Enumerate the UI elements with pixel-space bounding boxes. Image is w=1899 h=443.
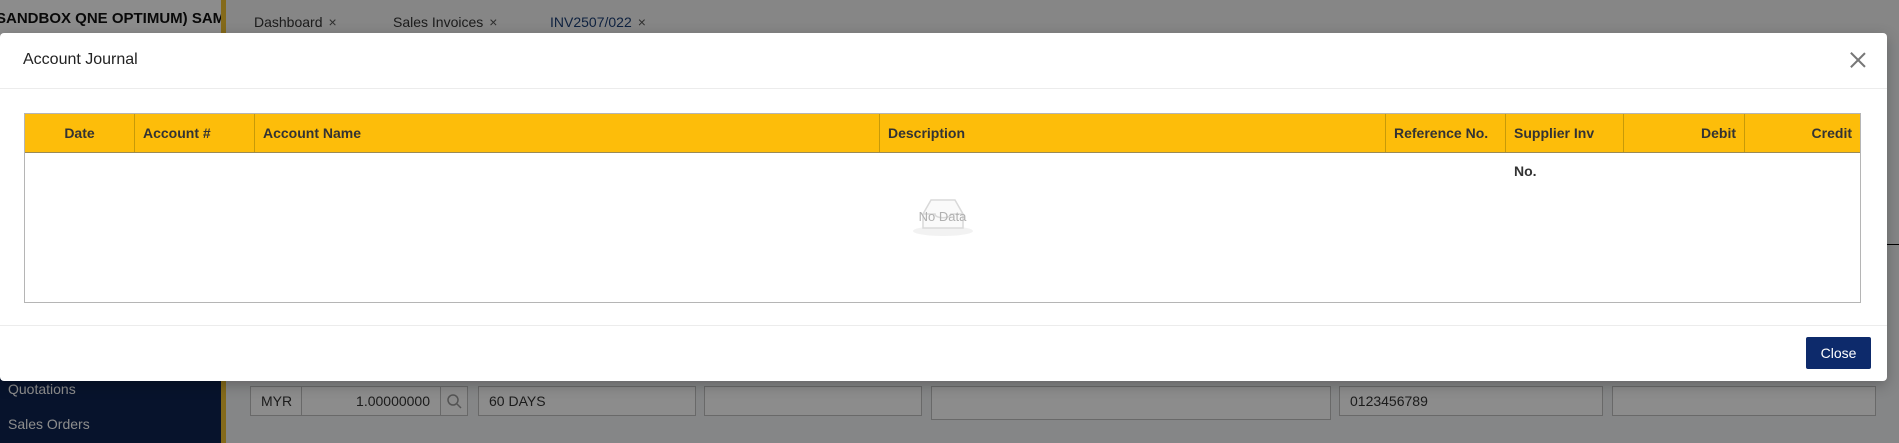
column-header-account-name[interactable]: Account Name [255,114,880,152]
column-header-credit[interactable]: Credit [1745,114,1860,152]
column-header-supplier-inv-no[interactable]: Supplier Inv No. [1506,114,1624,179]
modal-title: Account Journal [23,51,138,68]
column-header-reference-no[interactable]: Reference No. [1386,114,1506,152]
close-icon[interactable] [1847,49,1869,71]
account-journal-modal: Account Journal Date Account # Account N… [0,33,1887,381]
table-header: Date Account # Account Name Description … [25,114,1860,179]
column-header-date[interactable]: Date [25,114,135,152]
modal-footer: Close [0,325,1887,381]
modal-header: Account Journal [0,33,1887,89]
column-header-description[interactable]: Description [880,114,1386,152]
close-button[interactable]: Close [1806,337,1871,369]
column-header-debit[interactable]: Debit [1624,114,1745,152]
journal-table: Date Account # Account Name Description … [24,113,1861,303]
column-header-account-no[interactable]: Account # [135,114,255,152]
empty-text: No Data [918,209,967,224]
